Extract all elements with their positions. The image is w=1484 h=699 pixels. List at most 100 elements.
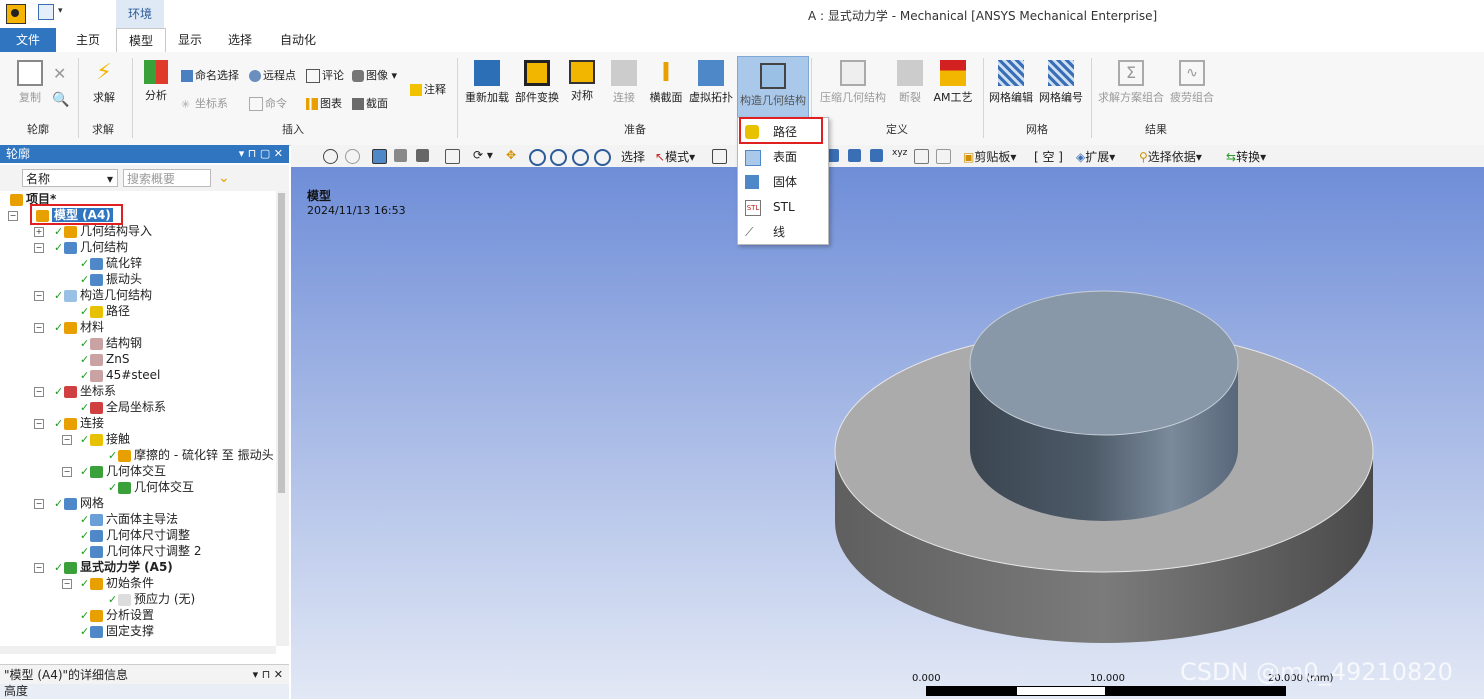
tree-item-initial-conditions[interactable]: ✓ 初始条件 <box>80 575 154 591</box>
select-filter-icon[interactable] <box>914 149 929 164</box>
tree-item-mesh[interactable]: ✓ 网格 <box>54 495 104 511</box>
tree-item-body-interaction[interactable]: ✓ 几何体交互 <box>108 479 194 495</box>
cross-section-button[interactable]: I 横截面 <box>647 60 685 105</box>
tree-item-connections[interactable]: ✓ 连接 <box>54 415 104 431</box>
tab-home[interactable]: 主页 <box>66 28 110 52</box>
select-element-icon[interactable] <box>870 149 883 162</box>
condensed-geometry-button[interactable]: 压缩几何结构 <box>819 60 887 105</box>
search-icon[interactable]: 🔍 <box>52 92 69 108</box>
rotate-icon[interactable]: ⟳ ▾ <box>473 148 493 162</box>
tree-item-frictional-contact[interactable]: ✓ 摩擦的 - 硫化锌 至 振动头 <box>108 447 274 463</box>
tree-item-explicit-dynamics[interactable]: ✓ 显式动力学 (A5) <box>54 559 173 575</box>
tree-expander[interactable]: − <box>62 467 72 477</box>
graphics-viewport[interactable] <box>291 167 1484 699</box>
build-geometry-button[interactable]: 构造几何结构 <box>737 56 809 120</box>
solution-combination-button[interactable]: Σ 求解方案组合 <box>1098 60 1164 105</box>
fit-selection-icon[interactable] <box>445 149 460 164</box>
box-zoom-icon[interactable] <box>550 149 567 166</box>
section-button[interactable]: 截面 <box>352 95 388 111</box>
tree-expander[interactable]: − <box>62 579 72 589</box>
select-button[interactable]: 选择 <box>621 148 645 165</box>
comment-button[interactable]: 评论 <box>306 67 344 83</box>
tab-selection[interactable]: 选择 <box>218 28 262 52</box>
tree-item-body-interactions[interactable]: ✓ 几何体交互 <box>80 463 166 479</box>
tree-expander[interactable]: − <box>34 563 44 573</box>
menu-item-surface[interactable]: 表面 <box>739 145 827 169</box>
zoom-out-icon[interactable] <box>345 149 360 164</box>
isometric-view-icon[interactable] <box>372 149 387 164</box>
menu-item-stl[interactable]: STL STL <box>739 195 827 219</box>
ansys-app-icon[interactable] <box>6 4 26 24</box>
tree-item-geometry[interactable]: ✓ 几何结构 <box>54 239 128 255</box>
zoom-to-fit-icon[interactable] <box>572 149 589 166</box>
mesh-edit-button[interactable]: 网格编辑 <box>988 60 1034 105</box>
menu-item-line[interactable]: ⟋ 线 <box>739 220 827 244</box>
tab-model[interactable]: 模型 <box>116 28 166 53</box>
tab-automation[interactable]: 自动化 <box>270 28 326 52</box>
tree-item-hex-dominant-method[interactable]: ✓ 六面体主导法 <box>80 511 178 527</box>
save-icon[interactable] <box>38 4 54 20</box>
clipboard-dropdown[interactable]: ▣剪贴板▾ <box>963 148 1016 165</box>
tree-item-body-sizing[interactable]: ✓ 几何体尺寸调整 2 <box>80 543 201 559</box>
context-tab-environment[interactable]: 环境 <box>116 0 164 28</box>
outline-horizontal-scrollbar[interactable] <box>0 646 276 654</box>
am-process-button[interactable]: AM工艺 <box>931 60 975 105</box>
outline-filter-dropdown[interactable]: 名称 ▾ <box>22 169 118 187</box>
solve-button[interactable]: ⚡ 求解 <box>86 60 122 105</box>
virtual-topology-button[interactable]: 虚拟拓扑 <box>688 60 734 105</box>
fatigue-combination-button[interactable]: ∿ 疲劳组合 <box>1168 60 1216 105</box>
outline-search-input[interactable]: 搜索概要 <box>123 169 211 187</box>
fracture-button[interactable]: 断裂 <box>895 60 925 105</box>
quick-access-dropdown-icon[interactable]: ▾ <box>58 6 63 16</box>
tree-item-geometry-import[interactable]: ✓ 几何结构导入 <box>54 223 152 239</box>
tree-expander[interactable]: − <box>62 435 72 445</box>
close-icon[interactable]: ✕ <box>53 64 66 83</box>
tree-item-material[interactable]: ✓ ZnS <box>80 351 129 367</box>
select-filter2-icon[interactable] <box>936 149 951 164</box>
tree-expander[interactable]: + <box>34 227 44 237</box>
mesh-numbering-button[interactable]: 网格编号 <box>1038 60 1084 105</box>
tree-item-contacts[interactable]: ✓ 接触 <box>80 431 130 447</box>
tree-expander[interactable]: − <box>34 419 44 429</box>
connect-button[interactable]: 连接 <box>608 60 640 105</box>
view-options-icon[interactable] <box>416 149 429 162</box>
tree-item-body-sizing[interactable]: ✓ 几何体尺寸调整 <box>80 527 190 543</box>
tree-item-pre-stress[interactable]: ✓ 预应力 (无) <box>108 591 195 607</box>
tree-expander[interactable]: − <box>8 211 18 221</box>
tree-expander[interactable]: − <box>34 387 44 397</box>
reload-button[interactable]: 重新加载 <box>463 60 511 105</box>
select-by-dropdown[interactable]: ⚲选择依据▾ <box>1139 148 1202 165</box>
pan-icon[interactable]: ✥ <box>506 148 516 162</box>
mode-dropdown[interactable]: ↖模式▾ <box>655 148 695 165</box>
extend-dropdown[interactable]: ◈扩展▾ <box>1076 148 1115 165</box>
tree-expander[interactable]: − <box>34 291 44 301</box>
outline-scroll-thumb[interactable] <box>278 193 285 493</box>
tree-item-coordinate-systems[interactable]: ✓ 坐标系 <box>54 383 116 399</box>
tree-item-path[interactable]: ✓ 路径 <box>80 303 130 319</box>
tree-item-body[interactable]: ✓ 硫化锌 <box>80 255 142 271</box>
zoom-icon[interactable] <box>529 149 546 166</box>
tree-item-material[interactable]: ✓ 45#steel <box>80 367 160 383</box>
tree-item-global-coordinate-system[interactable]: ✓ 全局坐标系 <box>80 399 166 415</box>
symmetry-button[interactable]: 对称 <box>566 60 598 103</box>
panel-controls-icon[interactable]: ▾ ⊓ ▢ ✕ <box>239 145 283 163</box>
tree-item-materials[interactable]: ✓ 材料 <box>54 319 104 335</box>
named-selection-button[interactable]: 命名选择 <box>181 67 239 83</box>
select-body-icon[interactable] <box>848 149 861 162</box>
tree-item-body[interactable]: ✓ 振动头 <box>80 271 142 287</box>
analysis-button[interactable]: 分析 <box>140 60 172 103</box>
image-button[interactable]: 图像 ▾ <box>352 67 397 83</box>
tab-file[interactable]: 文件 <box>0 28 56 52</box>
tree-item-analysis-settings[interactable]: ✓ 分析设置 <box>80 607 154 623</box>
convert-dropdown[interactable]: ⇆转换▾ <box>1226 148 1266 165</box>
tree-expander[interactable]: − <box>34 499 44 509</box>
command-button[interactable]: 命令 <box>249 95 287 111</box>
panel-controls-icon[interactable]: ▾ ⊓ ✕ <box>253 665 283 685</box>
tree-item-fixed-support[interactable]: ✓ 固定支撑 <box>80 623 154 639</box>
tree-item-construction-geometry[interactable]: ✓ 构造几何结构 <box>54 287 152 303</box>
tree-item-material[interactable]: ✓ 结构钢 <box>80 335 142 351</box>
tab-display[interactable]: 显示 <box>168 28 212 52</box>
copy-button[interactable]: 复制 <box>10 60 50 105</box>
magnifier-icon[interactable] <box>594 149 611 166</box>
remote-point-button[interactable]: 远程点 <box>249 67 296 83</box>
